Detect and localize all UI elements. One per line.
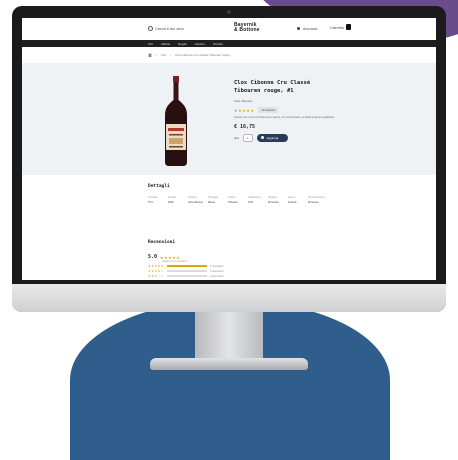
product-info: Clos Cibonne Cru Classé Tibouren rouge, … bbox=[234, 79, 384, 142]
review-score: 5.0 bbox=[148, 254, 158, 260]
nav-item[interactable]: Offerte bbox=[161, 42, 170, 46]
category-badge[interactable]: Vini Rossi bbox=[258, 107, 278, 113]
add-to-cart-button[interactable]: Aggiungi bbox=[256, 133, 289, 142]
site-logo[interactable]: Bayernik & Bottone bbox=[234, 23, 260, 33]
search-icon bbox=[148, 26, 153, 31]
detail-item: Formato 75 cl bbox=[148, 196, 158, 204]
home-icon[interactable] bbox=[148, 53, 152, 57]
qty-label: Qtà bbox=[234, 135, 239, 140]
monitor-stand-foot bbox=[150, 358, 308, 370]
screen: Cerca il tuo vino Bayernik & Bottone Acc… bbox=[22, 18, 436, 280]
rating-bar bbox=[166, 275, 207, 277]
monitor-chin bbox=[12, 284, 446, 312]
breadcrumb: › Vini › Cios Cibonne Cru Classé Tiboure… bbox=[148, 53, 230, 57]
product-title: Clos Cibonne Cru Classé Tibouren rouge, … bbox=[234, 80, 311, 94]
rating-bar-fill bbox=[166, 265, 207, 267]
product-meta: Clos Cibonne bbox=[234, 99, 384, 103]
search-bar[interactable]: Cerca il tuo vino bbox=[148, 26, 184, 31]
nav-item[interactable]: Vini bbox=[148, 42, 153, 46]
search-placeholder[interactable]: Cerca il tuo vino bbox=[155, 26, 184, 31]
rating-bar bbox=[166, 265, 207, 267]
detail-item: Paese Francia bbox=[288, 196, 297, 204]
reviews-title: Recensioni bbox=[148, 240, 176, 245]
detail-item: Vitigno Tibouren bbox=[228, 196, 238, 204]
review-stars: ★★★★★ bbox=[160, 254, 181, 260]
quantity-stepper[interactable]: 1 bbox=[242, 133, 253, 142]
rating-row[interactable]: ★★★☆☆ 0 recensioni bbox=[148, 274, 223, 278]
cart-icon bbox=[346, 24, 352, 30]
producer-name[interactable]: Clos Cibonne bbox=[234, 99, 252, 103]
detail-item: Annata 2018 bbox=[168, 196, 176, 204]
camera-dot bbox=[227, 10, 231, 14]
breadcrumb-item[interactable]: Vini bbox=[161, 53, 166, 57]
site-header: Cerca il tuo vino Bayernik & Bottone Acc… bbox=[22, 18, 436, 41]
product-price: € 16,75 bbox=[234, 123, 256, 130]
detail-item: Gradazione 14% bbox=[248, 196, 261, 204]
detail-item: Cantina Clos Cibonne bbox=[188, 196, 204, 204]
detail-item: Denominazione Provence bbox=[308, 196, 326, 204]
rating-row[interactable]: ★★★★★ 3 recensioni bbox=[148, 264, 223, 268]
nav-item[interactable]: Territori bbox=[213, 42, 223, 46]
buy-row: Qtà 1 Aggiungi bbox=[234, 133, 384, 142]
cart-link[interactable]: Carrello bbox=[330, 24, 352, 30]
account-link[interactable]: Account bbox=[297, 26, 317, 31]
details-grid: Formato 75 cl Annata 2018 Cantina Clos Cibo… bbox=[148, 196, 327, 204]
details-title: Dettagli bbox=[148, 184, 170, 189]
user-icon bbox=[297, 27, 300, 30]
rating-row[interactable]: ★★★★☆ 0 recensioni bbox=[148, 269, 223, 273]
product-description: Questo vino è ricco di frutta nera e spe… bbox=[234, 116, 335, 119]
breadcrumb-item: Cios Cibonne Cru Classé Tibouren rouge bbox=[174, 53, 230, 57]
monitor-stand-neck bbox=[195, 312, 263, 362]
rating-bar bbox=[166, 270, 207, 272]
review-count: basato su 3 recensioni bbox=[162, 260, 188, 263]
nav-item[interactable]: Regali bbox=[178, 42, 187, 46]
product-rating-row: ★★★★★ Vini Rossi bbox=[234, 107, 384, 113]
nav-item[interactable]: Cantine bbox=[195, 42, 205, 46]
monitor: Cerca il tuo vino Bayernik & Bottone Acc… bbox=[12, 6, 446, 312]
cart-icon bbox=[260, 136, 264, 139]
detail-item: Tipologia Rosso bbox=[208, 196, 219, 204]
rating-stars: ★★★★★ bbox=[234, 107, 255, 113]
detail-item: Regione Provenza bbox=[268, 196, 279, 204]
main-nav: Vini Offerte Regali Cantine Territori bbox=[22, 40, 436, 47]
wine-bottle-image bbox=[165, 76, 187, 166]
